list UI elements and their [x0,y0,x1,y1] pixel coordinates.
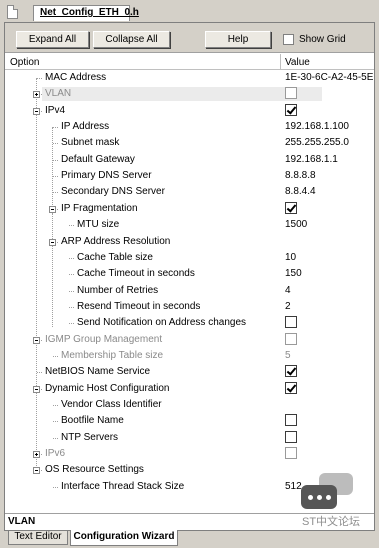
option-value-ip-address[interactable]: 192.168.1.100 [285,121,349,132]
checkbox-ip-fragmentation[interactable] [285,201,297,214]
checkbox-igmp-group-management [285,332,297,345]
option-label-ipv4: IPv4 [45,104,66,116]
option-label-default-gateway: Default Gateway [61,153,135,165]
tab-text-editor[interactable]: Text Editor [8,531,68,545]
checkmark-icon [286,382,297,393]
watermark-text: ST中文论坛 [302,516,361,528]
option-value-cache-timeout-in-seconds[interactable]: 150 [285,268,302,279]
option-label-number-of-retries: Number of Retries [77,284,159,296]
tree-connector [53,127,58,129]
tree-connector [53,176,58,178]
tree-connector [69,257,74,259]
option-value-cache-table-size[interactable]: 10 [285,252,296,263]
collapse-toggle-icon[interactable] [33,467,40,475]
watermark-chat-icon [301,485,337,509]
option-label-mac-address: MAC Address [45,72,107,83]
checkbox-ipv4[interactable] [285,103,297,116]
tree-connector [37,78,42,79]
tree-connector [53,192,58,194]
collapse-toggle-icon[interactable] [49,238,56,246]
option-value-subnet-mask[interactable]: 255.255.255.0 [285,137,349,148]
option-value-mtu-size[interactable]: 1500 [285,219,307,230]
tree-guide-line [52,127,53,209]
tree-connector [53,355,58,357]
expand-toggle-icon[interactable] [33,91,40,99]
option-label-interface-thread-stack-size: Interface Thread Stack Size [61,480,185,492]
checkbox-ipv6 [285,447,297,460]
option-label-ntp-servers: NTP Servers [61,431,119,443]
option-label-vlan: VLAN [45,88,72,100]
option-label-vendor-class-identifier: Vendor Class Identifier [61,399,162,410]
tree-connector [53,486,58,488]
option-label-cache-timeout-in-seconds: Cache Timeout in seconds [77,268,195,280]
checkbox-vlan [285,87,297,100]
option-label-primary-dns-server: Primary DNS Server [61,170,152,182]
collapse-toggle-icon[interactable] [33,336,40,344]
option-value-membership-table-size[interactable]: 5 [285,350,291,361]
tree-connector [53,421,58,423]
option-label-cache-table-size: Cache Table size [77,251,153,263]
checkmark-icon [286,365,297,376]
option-label-dynamic-host-configuration: Dynamic Host Configuration [45,382,170,394]
option-label-mtu-size: MTU size [77,219,120,231]
tree-connector [53,143,58,145]
checkbox-send-notification-on-address-changes[interactable] [285,316,297,329]
tree-connector [53,405,58,406]
option-label-ip-address: IP Address [61,121,110,133]
option-value-secondary-dns-server[interactable]: 8.8.4.4 [285,186,316,197]
checkbox-netbios-name-service[interactable] [285,365,297,378]
option-value-interface-thread-stack-size[interactable]: 512 [285,481,302,492]
option-value-mac-address[interactable]: 1E-30-6C-A2-45-5E [285,72,373,83]
option-label-os-resource-settings: OS Resource Settings [45,464,144,476]
tree-connector [69,323,74,325]
tree-connector [69,306,74,308]
collapse-toggle-icon[interactable] [33,107,40,115]
option-value-number-of-retries[interactable]: 4 [285,285,291,296]
tree-connector [69,274,74,276]
option-tree: MAC Address 1E-30-6C-A2-45-5E VLAN IPv4 IP A… [0,0,379,548]
option-label-arp-address-resolution: ARP Address Resolution [61,235,171,247]
option-label-igmp-group-management: IGMP Group Management [45,333,163,345]
tab-configuration-wizard[interactable]: Configuration Wizard [70,530,178,546]
option-label-membership-table-size: Membership Table size [61,349,164,361]
option-label-bootfile-name: Bootfile Name [61,415,124,427]
checkmark-icon [286,104,297,115]
tree-guide-line [52,212,53,328]
collapse-toggle-icon[interactable] [33,385,40,393]
option-label-ipv6: IPv6 [45,448,66,460]
selected-option-label: VLAN [8,516,36,527]
option-label-netbios-name-service: NetBIOS Name Service [45,366,151,378]
checkbox-ntp-servers[interactable] [285,430,297,443]
option-label-secondary-dns-server: Secondary DNS Server [61,186,165,198]
tree-connector [69,225,74,227]
option-label-ip-fragmentation: IP Fragmentation [61,202,138,214]
tree-connector [69,290,74,292]
option-label-resend-timeout-in-seconds: Resend Timeout in seconds [77,300,201,312]
option-label-subnet-mask: Subnet mask [61,137,120,149]
checkbox-bootfile-name[interactable] [285,414,297,427]
row-highlight [42,87,322,102]
checkmark-icon [286,202,297,213]
option-value-default-gateway[interactable]: 192.168.1.1 [285,154,338,165]
expand-toggle-icon[interactable] [33,451,40,459]
checkbox-dynamic-host-configuration[interactable] [285,381,297,394]
tree-connector [53,159,58,161]
tree-connector [53,437,58,439]
option-value-resend-timeout-in-seconds[interactable]: 2 [285,301,291,312]
tree-connector [37,372,42,374]
tree-guide-line [36,78,37,470]
option-label-send-notification-on-address-changes: Send Notification on Address changes [77,317,246,329]
collapse-toggle-icon[interactable] [49,205,56,213]
option-value-primary-dns-server[interactable]: 8.8.8.8 [285,170,316,181]
